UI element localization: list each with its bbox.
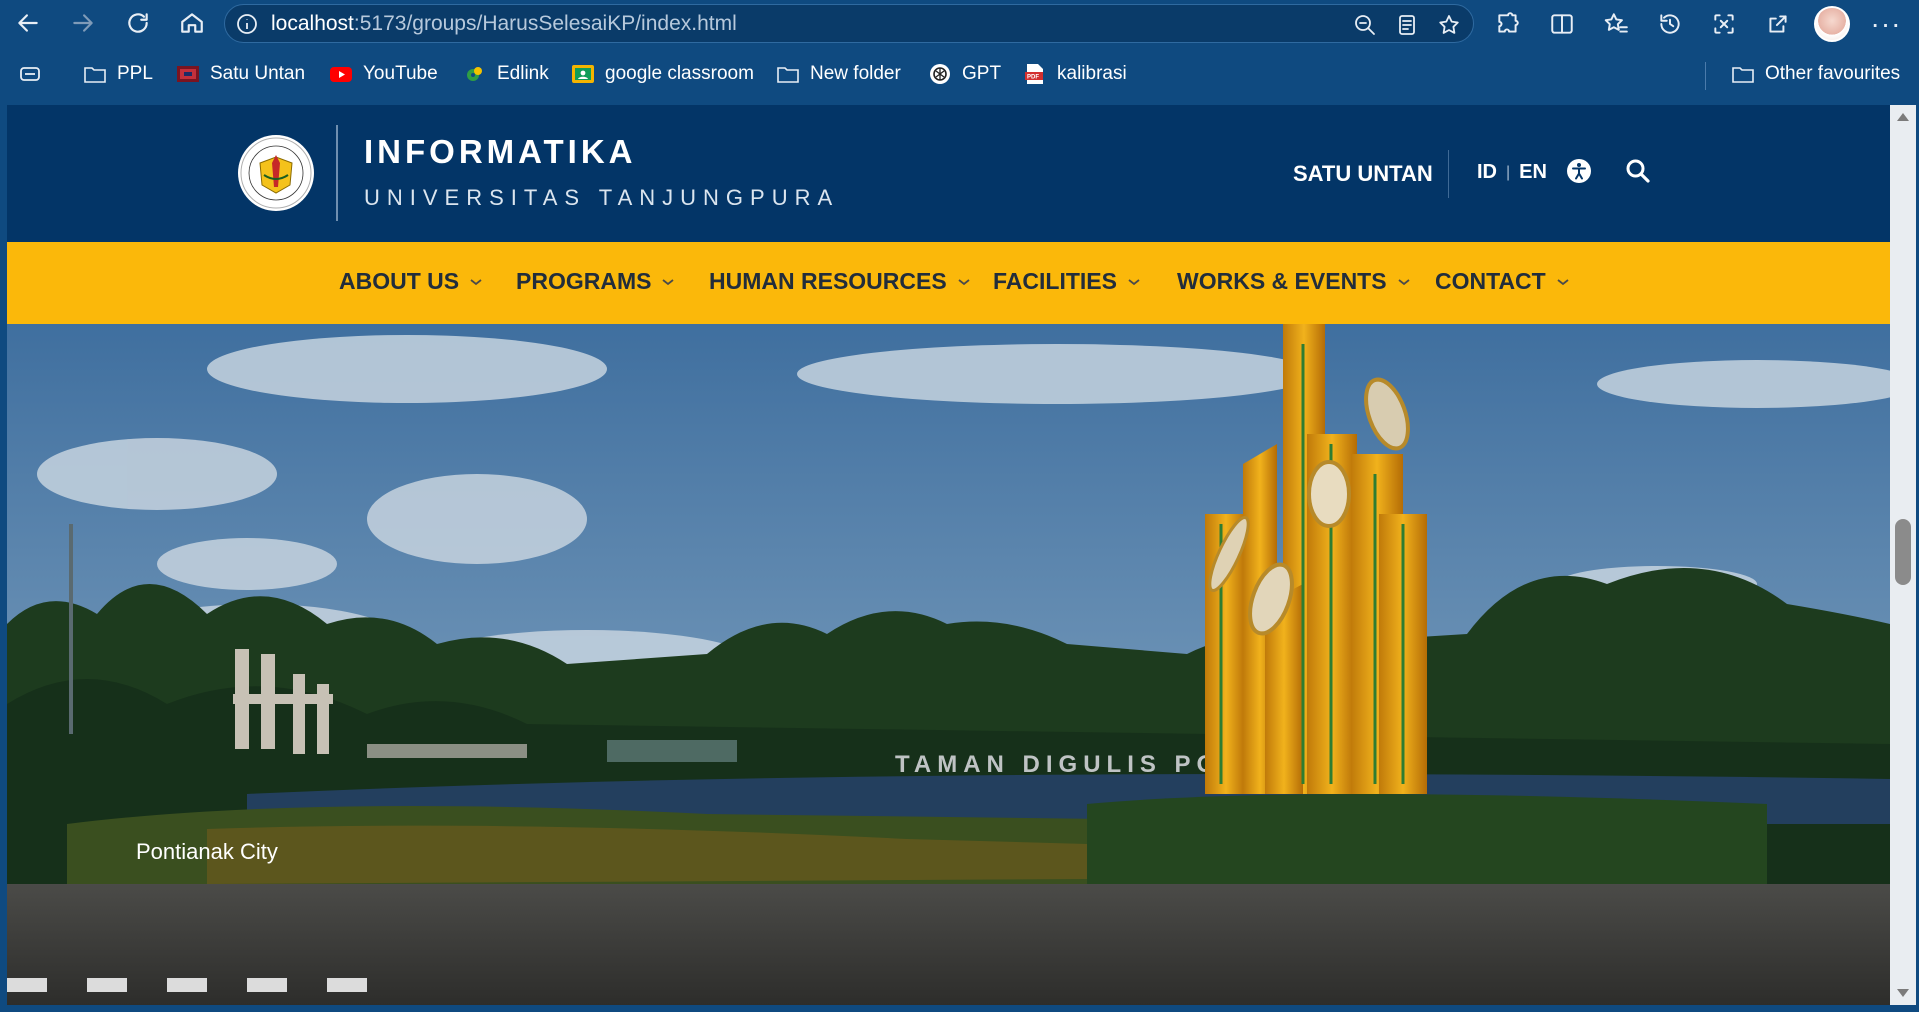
avatar: [1814, 6, 1850, 42]
bookmark-label: Edlink: [497, 63, 549, 84]
split-screen-icon[interactable]: [1544, 6, 1580, 42]
folder-icon: [1731, 63, 1755, 85]
nav-label: WORKS & EVENTS: [1177, 268, 1387, 294]
favourites-icon[interactable]: [1598, 6, 1634, 42]
extensions-icon[interactable]: [1490, 6, 1526, 42]
chevron-down-icon: [1398, 278, 1410, 285]
nav-label: ABOUT US: [339, 268, 460, 294]
history-icon[interactable]: [1652, 6, 1688, 42]
chevron-down-icon: [470, 278, 482, 285]
language-switcher: ID | EN: [1477, 161, 1547, 184]
brand-title[interactable]: INFORMATIKA: [364, 133, 637, 171]
scroll-thumb[interactable]: [1895, 519, 1911, 585]
bookmark-new-folder[interactable]: New folder: [776, 63, 901, 85]
share-icon[interactable]: [1760, 6, 1796, 42]
satu-untan-favicon: [176, 63, 200, 85]
reader-view-icon[interactable]: [1393, 11, 1421, 39]
bookmark-label: GPT: [962, 63, 1002, 84]
zoom-icon[interactable]: [1351, 11, 1379, 39]
home-button[interactable]: [175, 6, 209, 40]
chevron-down-icon: [662, 278, 675, 285]
edlink-icon: [463, 63, 487, 85]
bookmarks-toggle-icon[interactable]: [18, 63, 42, 85]
folder-icon: [83, 63, 107, 85]
chevron-down-icon: [958, 278, 970, 285]
profile-avatar[interactable]: [1814, 6, 1850, 42]
bookmark-label: New folder: [810, 63, 901, 84]
site-info-icon[interactable]: [235, 12, 259, 36]
lang-separator: |: [1506, 163, 1511, 181]
bookmark-label: PPL: [117, 63, 153, 84]
home-icon: [181, 13, 203, 33]
brand-subtitle: UNIVERSITAS TANJUNGPURA: [364, 185, 840, 210]
favourite-star-icon[interactable]: [1435, 11, 1463, 39]
accessibility-icon[interactable]: [1566, 158, 1592, 184]
bookmark-label: google classroom: [605, 63, 754, 84]
nav-human-resources[interactable]: HUMAN RESOURCES: [709, 268, 971, 295]
other-favourites-label: Other favourites: [1765, 63, 1901, 84]
lang-en-link[interactable]: EN: [1519, 161, 1547, 184]
bookmark-label: Satu Untan: [210, 63, 306, 84]
nav-label: PROGRAMS: [516, 268, 652, 294]
bookmark-edlink[interactable]: Edlink: [463, 63, 549, 85]
satu-untan-link[interactable]: SATU UNTAN: [1293, 161, 1433, 187]
nav-works-events[interactable]: WORKS & EVENTS: [1177, 268, 1411, 295]
page-scrollbar[interactable]: [1890, 105, 1916, 1005]
header-divider: [1448, 150, 1449, 198]
site-header: INFORMATIKA UNIVERSITAS TANJUNGPURA SATU…: [7, 105, 1890, 242]
brand-divider: [336, 125, 338, 221]
lang-id-link[interactable]: ID: [1477, 161, 1497, 184]
back-arrow-icon: [18, 14, 38, 32]
hero-image: TAMAN DIGULIS PON: [7, 324, 1890, 1005]
folder-icon: [776, 63, 800, 85]
nav-label: CONTACT: [1435, 268, 1546, 294]
nav-facilities[interactable]: FACILITIES: [993, 268, 1141, 295]
nav-contact[interactable]: CONTACT: [1435, 268, 1570, 295]
bookmarks-bar: PPL Satu Untan YouTube Edlink google cla…: [0, 47, 1919, 105]
bookmark-google-classroom[interactable]: google classroom: [571, 63, 754, 85]
reload-icon: [128, 13, 148, 33]
url-path: :5173/groups/HarusSelesaiKP/index.html: [353, 12, 737, 35]
openai-icon: [928, 63, 952, 85]
bookmark-kalibrasi[interactable]: PDF kalibrasi: [1023, 63, 1127, 85]
more-options-icon[interactable]: ···: [1868, 6, 1904, 42]
reload-button[interactable]: [121, 6, 155, 40]
chevron-down-icon: [1128, 278, 1140, 285]
bookmarks-divider: [1705, 62, 1706, 90]
untan-logo[interactable]: [238, 135, 314, 211]
screenshot-icon[interactable]: [1706, 6, 1742, 42]
address-bar[interactable]: localhost:5173/groups/HarusSelesaiKP/ind…: [224, 4, 1474, 43]
google-classroom-icon: [571, 63, 595, 85]
bookmark-satu-untan[interactable]: Satu Untan: [176, 63, 305, 85]
bookmark-ppl[interactable]: PPL: [83, 63, 153, 85]
page-viewport[interactable]: INFORMATIKA UNIVERSITAS TANJUNGPURA SATU…: [7, 105, 1890, 1005]
scroll-up-arrow-icon[interactable]: [1897, 113, 1909, 121]
nav-label: FACILITIES: [993, 268, 1117, 294]
search-icon[interactable]: [1624, 157, 1652, 185]
forward-arrow-icon: [73, 14, 93, 32]
hero-banner: TAMAN DIGULIS PON Pontianak City: [7, 324, 1890, 1005]
park-sign-text: TAMAN DIGULIS PON: [895, 751, 1245, 778]
chevron-down-icon: [1557, 278, 1569, 285]
bookmark-label: YouTube: [363, 63, 438, 84]
browser-toolbar: localhost:5173/groups/HarusSelesaiKP/ind…: [0, 0, 1919, 47]
svg-text:PDF: PDF: [1027, 75, 1039, 81]
forward-button[interactable]: [66, 6, 100, 40]
url-host: localhost: [271, 12, 354, 35]
youtube-icon: [329, 63, 353, 85]
hero-caption: Pontianak City: [136, 839, 278, 864]
main-nav: ABOUT US PROGRAMS HUMAN RESOURCES FACILI…: [7, 242, 1890, 324]
scroll-down-arrow-icon[interactable]: [1897, 989, 1909, 997]
nav-label: HUMAN RESOURCES: [709, 268, 947, 294]
other-favourites[interactable]: Other favourites: [1731, 63, 1900, 85]
bookmark-gpt[interactable]: GPT: [928, 63, 1001, 85]
back-button[interactable]: [11, 6, 45, 40]
bookmark-youtube[interactable]: YouTube: [329, 63, 438, 85]
url-text[interactable]: localhost:5173/groups/HarusSelesaiKP/ind…: [271, 12, 737, 36]
bookmark-label: kalibrasi: [1057, 63, 1127, 84]
nav-programs[interactable]: PROGRAMS: [516, 268, 675, 295]
nav-about-us[interactable]: ABOUT US: [339, 268, 483, 295]
pdf-icon: PDF: [1023, 63, 1047, 85]
